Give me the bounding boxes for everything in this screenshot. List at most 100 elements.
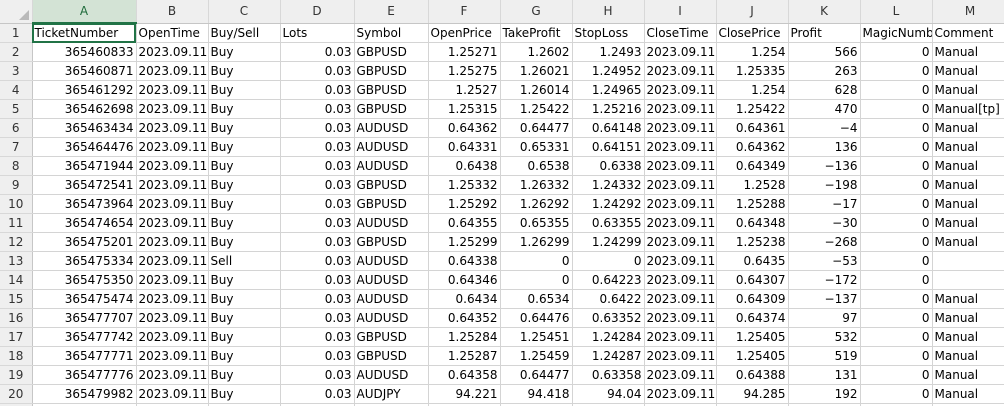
cell-i[interactable]: 2023.09.11 [644,194,717,214]
cell-b[interactable]: 2023.09.11 [136,118,209,138]
row-header[interactable]: 6 [0,118,33,138]
cell-c[interactable]: Buy [208,289,281,309]
cell-c[interactable]: Buy [208,80,281,100]
cell-l[interactable]: 0 [860,346,933,366]
cell-d[interactable]: 0.03 [280,232,355,252]
cell-d[interactable]: 0.03 [280,80,355,100]
cell-h[interactable]: 1.24287 [572,346,645,366]
cell-m[interactable]: Manual [932,232,1004,252]
cell-m[interactable]: Manual [932,213,1004,233]
cell-d[interactable]: 0.03 [280,156,355,176]
cell-m[interactable]: Manual [932,289,1004,309]
cell-g[interactable]: 0.64477 [500,365,573,385]
cell-m[interactable]: Manual [932,194,1004,214]
cell-l[interactable]: 0 [860,327,933,347]
cell-f[interactable]: 94.221 [428,384,501,404]
cell-a[interactable]: 365475334 [32,251,137,271]
cell-e[interactable]: GBPUSD [354,327,429,347]
cell-a[interactable]: 365479982 [32,384,137,404]
cell-a[interactable]: 365475474 [32,289,137,309]
cell-l[interactable]: 0 [860,61,933,81]
cell-k[interactable]: −30 [788,213,861,233]
cell-g[interactable]: 1.26299 [500,232,573,252]
cell-k[interactable]: 192 [788,384,861,404]
cell-f[interactable]: 0.64362 [428,118,501,138]
cell-a[interactable]: 365460833 [32,42,137,62]
cell-k[interactable]: −53 [788,251,861,271]
cell-j[interactable]: 0.64348 [716,213,789,233]
cell-m[interactable]: Manual [932,308,1004,328]
cell-k[interactable]: 97 [788,308,861,328]
row-header[interactable]: 9 [0,175,33,195]
cell-j[interactable]: 0.64349 [716,156,789,176]
cell-i[interactable]: 2023.09.11 [644,213,717,233]
cell-h[interactable]: StopLoss [572,23,645,43]
cell-f[interactable]: 0.6438 [428,156,501,176]
cell-d[interactable]: 0.03 [280,175,355,195]
cell-c[interactable]: Buy/Sell [208,23,281,43]
cell-g[interactable]: 1.26021 [500,61,573,81]
cell-a[interactable]: 365464476 [32,137,137,157]
cell-e[interactable]: AUDUSD [354,251,429,271]
row-header[interactable]: 1 [0,23,33,43]
cell-e[interactable]: Symbol [354,23,429,43]
cell-c[interactable]: Buy [208,270,281,290]
cell-m[interactable]: Manual [932,42,1004,62]
cell-i[interactable]: 2023.09.11 [644,61,717,81]
cell-b[interactable]: 2023.09.11 [136,213,209,233]
cell-g[interactable]: 1.26292 [500,194,573,214]
column-header-i[interactable]: I [644,0,717,24]
cell-a[interactable]: 365477771 [32,346,137,366]
cell-c[interactable]: Buy [208,384,281,404]
cell-g[interactable]: 0.65331 [500,137,573,157]
cell-l[interactable]: 0 [860,80,933,100]
cell-d[interactable]: 0.03 [280,213,355,233]
cell-g[interactable]: 1.26332 [500,175,573,195]
cell-a[interactable]: 365460871 [32,61,137,81]
cell-k[interactable]: −198 [788,175,861,195]
cell-b[interactable]: 2023.09.11 [136,251,209,271]
cell-g[interactable]: 1.25459 [500,346,573,366]
cell-k[interactable]: 470 [788,99,861,119]
cell-c[interactable]: Buy [208,42,281,62]
cell-i[interactable]: 2023.09.11 [644,270,717,290]
cell-m[interactable]: Comment [932,23,1004,43]
cell-a[interactable]: 365463434 [32,118,137,138]
cell-h[interactable]: 0.6338 [572,156,645,176]
cell-l[interactable]: 0 [860,251,933,271]
cell-i[interactable]: 2023.09.11 [644,156,717,176]
cell-l[interactable]: 0 [860,384,933,404]
cell-k[interactable]: 136 [788,137,861,157]
cell-c[interactable]: Buy [208,365,281,385]
column-header-c[interactable]: C [208,0,281,24]
row-header[interactable]: 12 [0,232,33,252]
cell-k[interactable]: −172 [788,270,861,290]
cell-a[interactable]: 365472541 [32,175,137,195]
column-header-e[interactable]: E [354,0,429,24]
row-header[interactable]: 14 [0,270,33,290]
cell-e[interactable]: AUDUSD [354,365,429,385]
cell-l[interactable]: 0 [860,118,933,138]
cell-i[interactable]: 2023.09.11 [644,118,717,138]
cell-h[interactable]: 0 [572,251,645,271]
row-header[interactable]: 15 [0,289,33,309]
cell-d[interactable]: 0.03 [280,346,355,366]
row-header[interactable]: 19 [0,365,33,385]
cell-i[interactable]: 2023.09.11 [644,289,717,309]
cell-f[interactable]: 0.64331 [428,137,501,157]
cell-h[interactable]: 1.2493 [572,42,645,62]
cell-a[interactable]: 365477742 [32,327,137,347]
cell-l[interactable]: 0 [860,175,933,195]
column-header-a[interactable]: A [32,0,137,24]
cell-j[interactable]: 0.64361 [716,118,789,138]
cell-l[interactable]: 0 [860,289,933,309]
cell-k[interactable]: −137 [788,289,861,309]
cell-b[interactable]: 2023.09.11 [136,80,209,100]
cell-j[interactable]: 1.25405 [716,346,789,366]
cell-a[interactable]: 365475350 [32,270,137,290]
cell-e[interactable]: GBPUSD [354,175,429,195]
cell-c[interactable]: Buy [208,346,281,366]
cell-m[interactable]: Manual [932,346,1004,366]
cell-c[interactable]: Buy [208,175,281,195]
cell-d[interactable]: 0.03 [280,289,355,309]
